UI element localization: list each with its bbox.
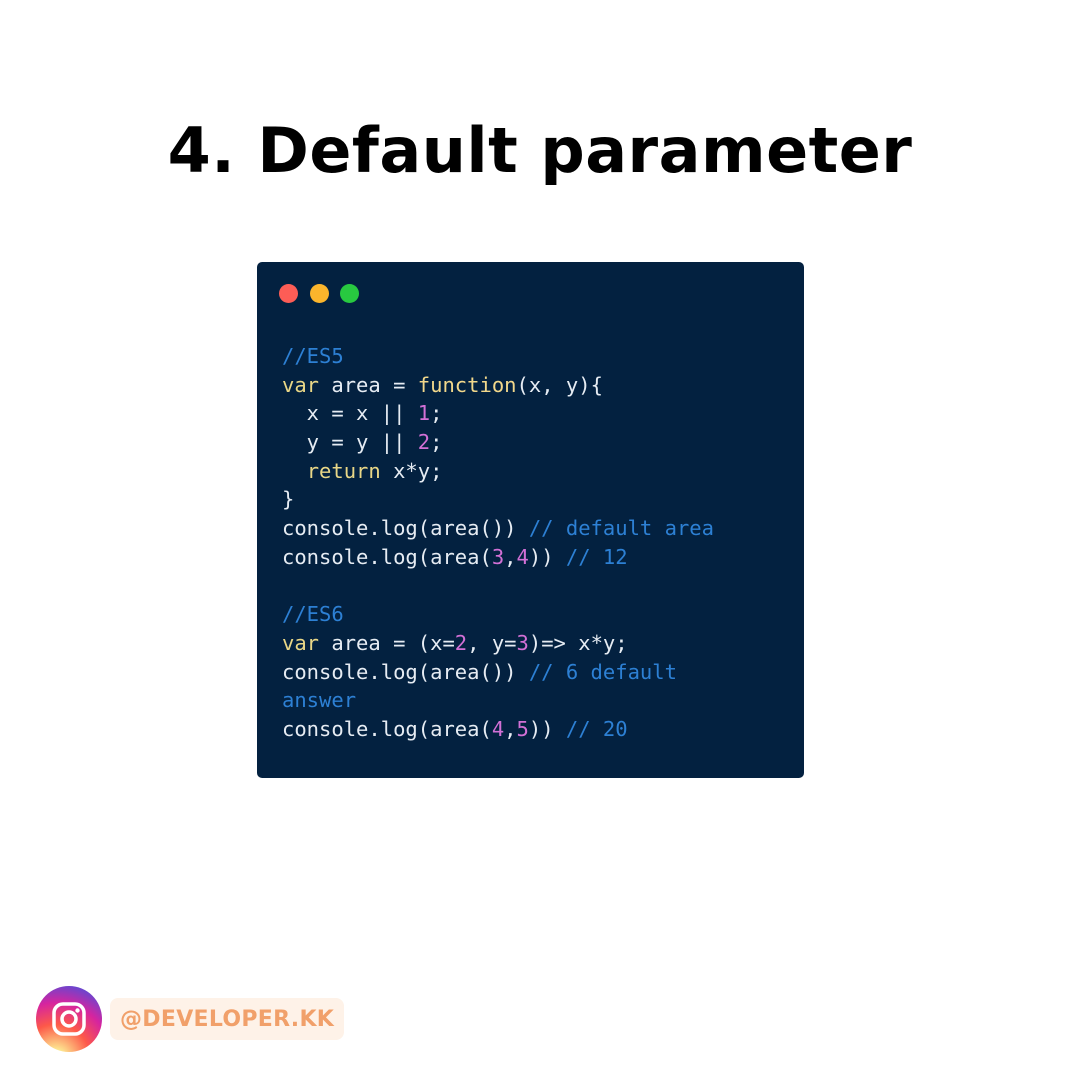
code-token-comment: //ES5 [282, 344, 344, 368]
page-title: 4. Default parameter [167, 114, 913, 187]
code-token-number: 5 [516, 716, 529, 741]
code-token-plain: )=> x*y; [528, 630, 628, 655]
code-line: return x*y; [282, 457, 714, 486]
code-token-plain: , [504, 716, 517, 741]
code-token-plain: console.log(area()) [282, 516, 529, 541]
code-line: console.log(area(4,5)) // 20 [282, 715, 714, 744]
code-line: //ES6 [282, 600, 714, 629]
code-line: //ES5 [282, 342, 714, 371]
code-token-plain: )) [528, 716, 566, 741]
code-token-keyword: var [282, 372, 320, 397]
code-token-plain: console.log(area( [282, 544, 492, 569]
code-line: x = x || 1; [282, 399, 714, 428]
code-token-number: 4 [516, 544, 529, 569]
code-token-plain: area = (x= [319, 630, 455, 655]
code-token-comment: //ES6 [282, 602, 344, 627]
code-token-plain: y = y || [282, 430, 418, 455]
code-token-comment: answer [282, 688, 357, 713]
close-dot [279, 284, 298, 303]
code-token-number: 3 [516, 630, 529, 655]
code-window: //ES5 var area = function(x, y){ x = x ||… [257, 262, 804, 778]
code-token-plain: } [282, 487, 295, 512]
code-token-plain: console.log(area( [282, 716, 492, 741]
maximize-dot [340, 284, 359, 303]
code-token-comment: // 12 [565, 544, 628, 569]
code-token-keyword: return [306, 458, 381, 483]
code-token-plain: x*y; [380, 458, 443, 483]
code-token-plain: area = [319, 372, 418, 397]
code-token-plain: (x, y){ [516, 372, 603, 397]
code-token-keyword: var [282, 630, 320, 655]
code-token-number: 3 [491, 544, 505, 569]
instagram-icon[interactable] [36, 986, 102, 1052]
code-token-plain: ; [430, 430, 443, 455]
code-line: } [282, 485, 714, 514]
code-token-plain: )) [528, 544, 566, 569]
code-token-comment: // 6 default [528, 659, 677, 684]
code-line: var area = function(x, y){ [282, 371, 714, 400]
code-line: y = y || 2; [282, 428, 714, 457]
code-token-plain: , y= [467, 630, 517, 655]
code-token-func: function [417, 372, 517, 397]
code-token-number: 4 [491, 716, 505, 741]
code-token-plain: ; [430, 401, 443, 426]
code-line: console.log(area(3,4)) // 12 [282, 543, 714, 572]
code-line: console.log(area()) // 6 default [282, 658, 714, 687]
code-token-plain: , [504, 544, 517, 569]
minimize-dot [310, 284, 329, 303]
code-token-plain: x = x || [282, 401, 418, 426]
handle-text: @DEVELOPER.KK [120, 1006, 335, 1032]
code-token-comment: // default area [528, 516, 714, 541]
code-token-plain: console.log(area()) [282, 659, 529, 684]
code-line: console.log(area()) // default area [282, 514, 714, 543]
code-block: //ES5 var area = function(x, y){ x = x ||… [282, 342, 714, 744]
code-token-number: 1 [417, 401, 431, 426]
code-token-comment: // 20 [565, 716, 628, 741]
code-line: var area = (x=2, y=3)=> x*y; [282, 629, 714, 658]
code-token-number: 2 [454, 630, 468, 655]
instagram-handle[interactable]: @DEVELOPER.KK [110, 998, 345, 1040]
code-line: answer [282, 686, 714, 715]
code-token-number: 2 [417, 430, 431, 455]
